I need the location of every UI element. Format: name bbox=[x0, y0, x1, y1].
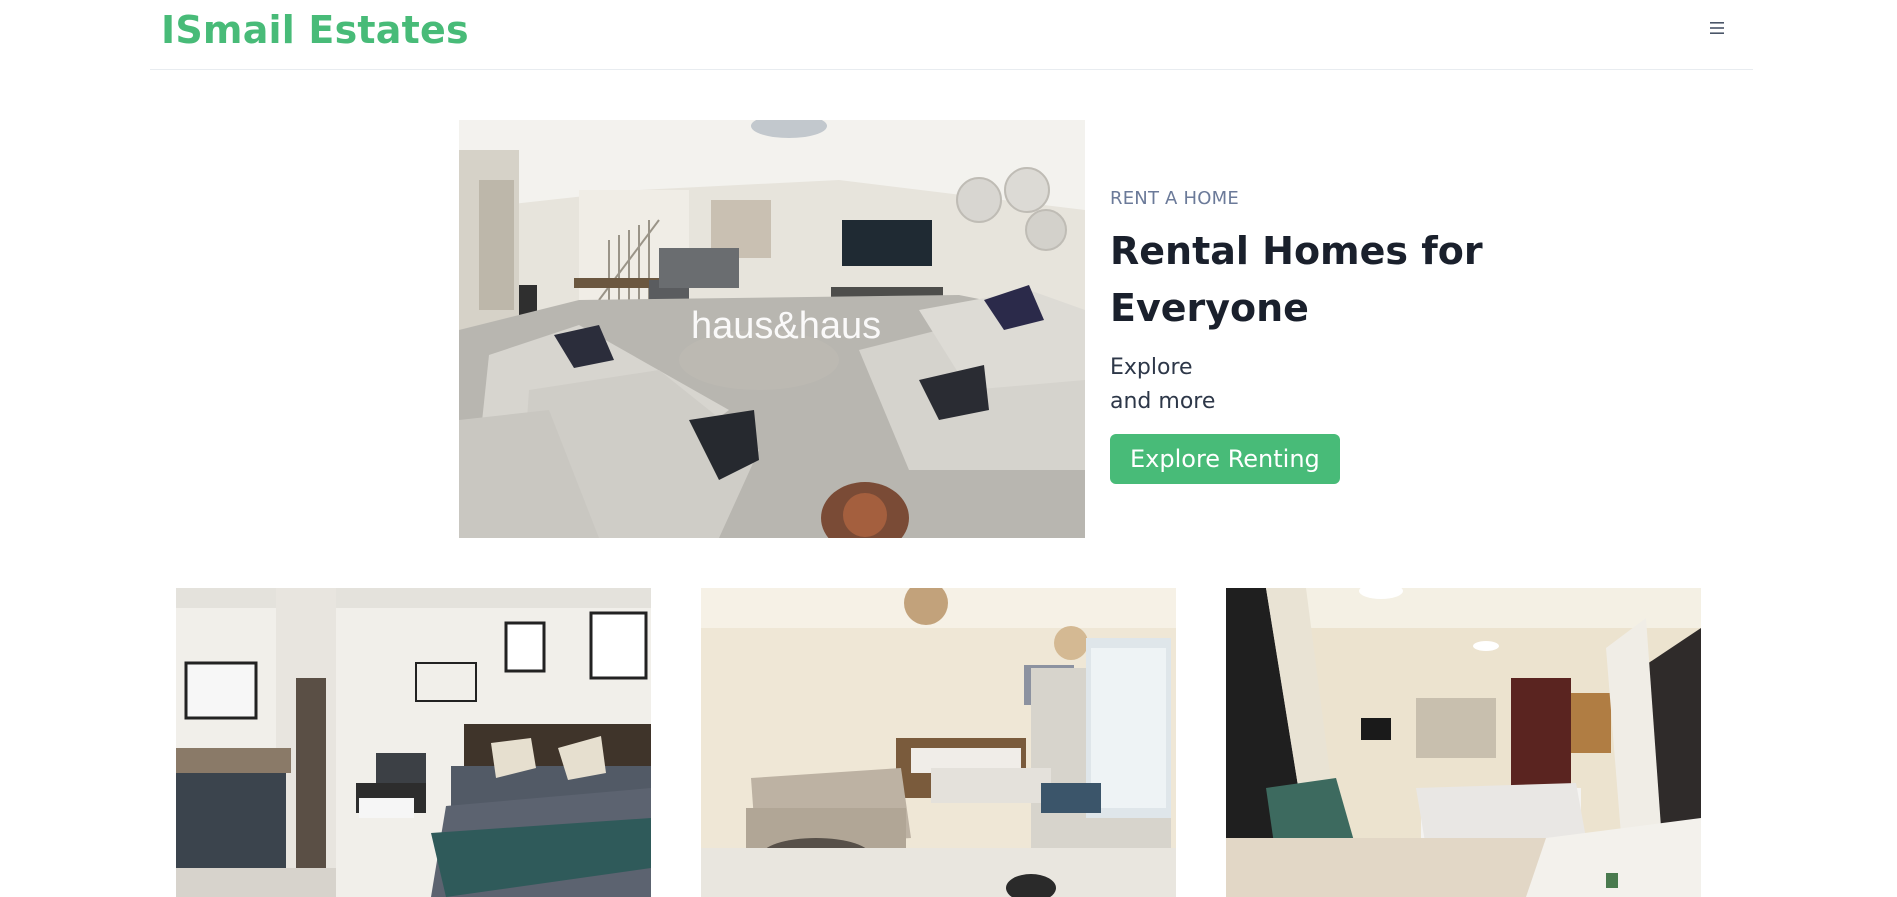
listing-card-1[interactable] bbox=[176, 588, 651, 897]
hero-eyebrow: RENT A HOME bbox=[1110, 188, 1239, 209]
hero-description: Explore and more bbox=[1110, 351, 1510, 419]
explore-renting-button[interactable]: Explore Renting bbox=[1110, 434, 1340, 484]
hamburger-menu-button[interactable] bbox=[1704, 18, 1730, 38]
listing-1-bedroom-photo bbox=[176, 588, 651, 897]
listing-card-2[interactable] bbox=[701, 588, 1176, 897]
listing-3-studio-photo bbox=[1226, 588, 1701, 897]
top-nav-bar: ISmail Estates bbox=[150, 0, 1753, 70]
hero-photo-watermark: haus&haus bbox=[691, 305, 881, 347]
hero-description-line-1: Explore bbox=[1110, 355, 1193, 380]
listing-2-studio-photo bbox=[701, 588, 1176, 897]
brand-logo[interactable]: ISmail Estates bbox=[161, 8, 469, 52]
hero-text-block: RENT A HOME Rental Homes for Everyone Ex… bbox=[1110, 188, 1510, 484]
hamburger-menu-icon bbox=[1710, 22, 1724, 34]
hero-headline: Rental Homes for Everyone bbox=[1110, 229, 1483, 330]
hero-description-line-2: and more bbox=[1110, 389, 1216, 414]
listing-card-3[interactable] bbox=[1226, 588, 1701, 897]
hero-living-room-photo: haus&haus bbox=[459, 120, 1085, 538]
